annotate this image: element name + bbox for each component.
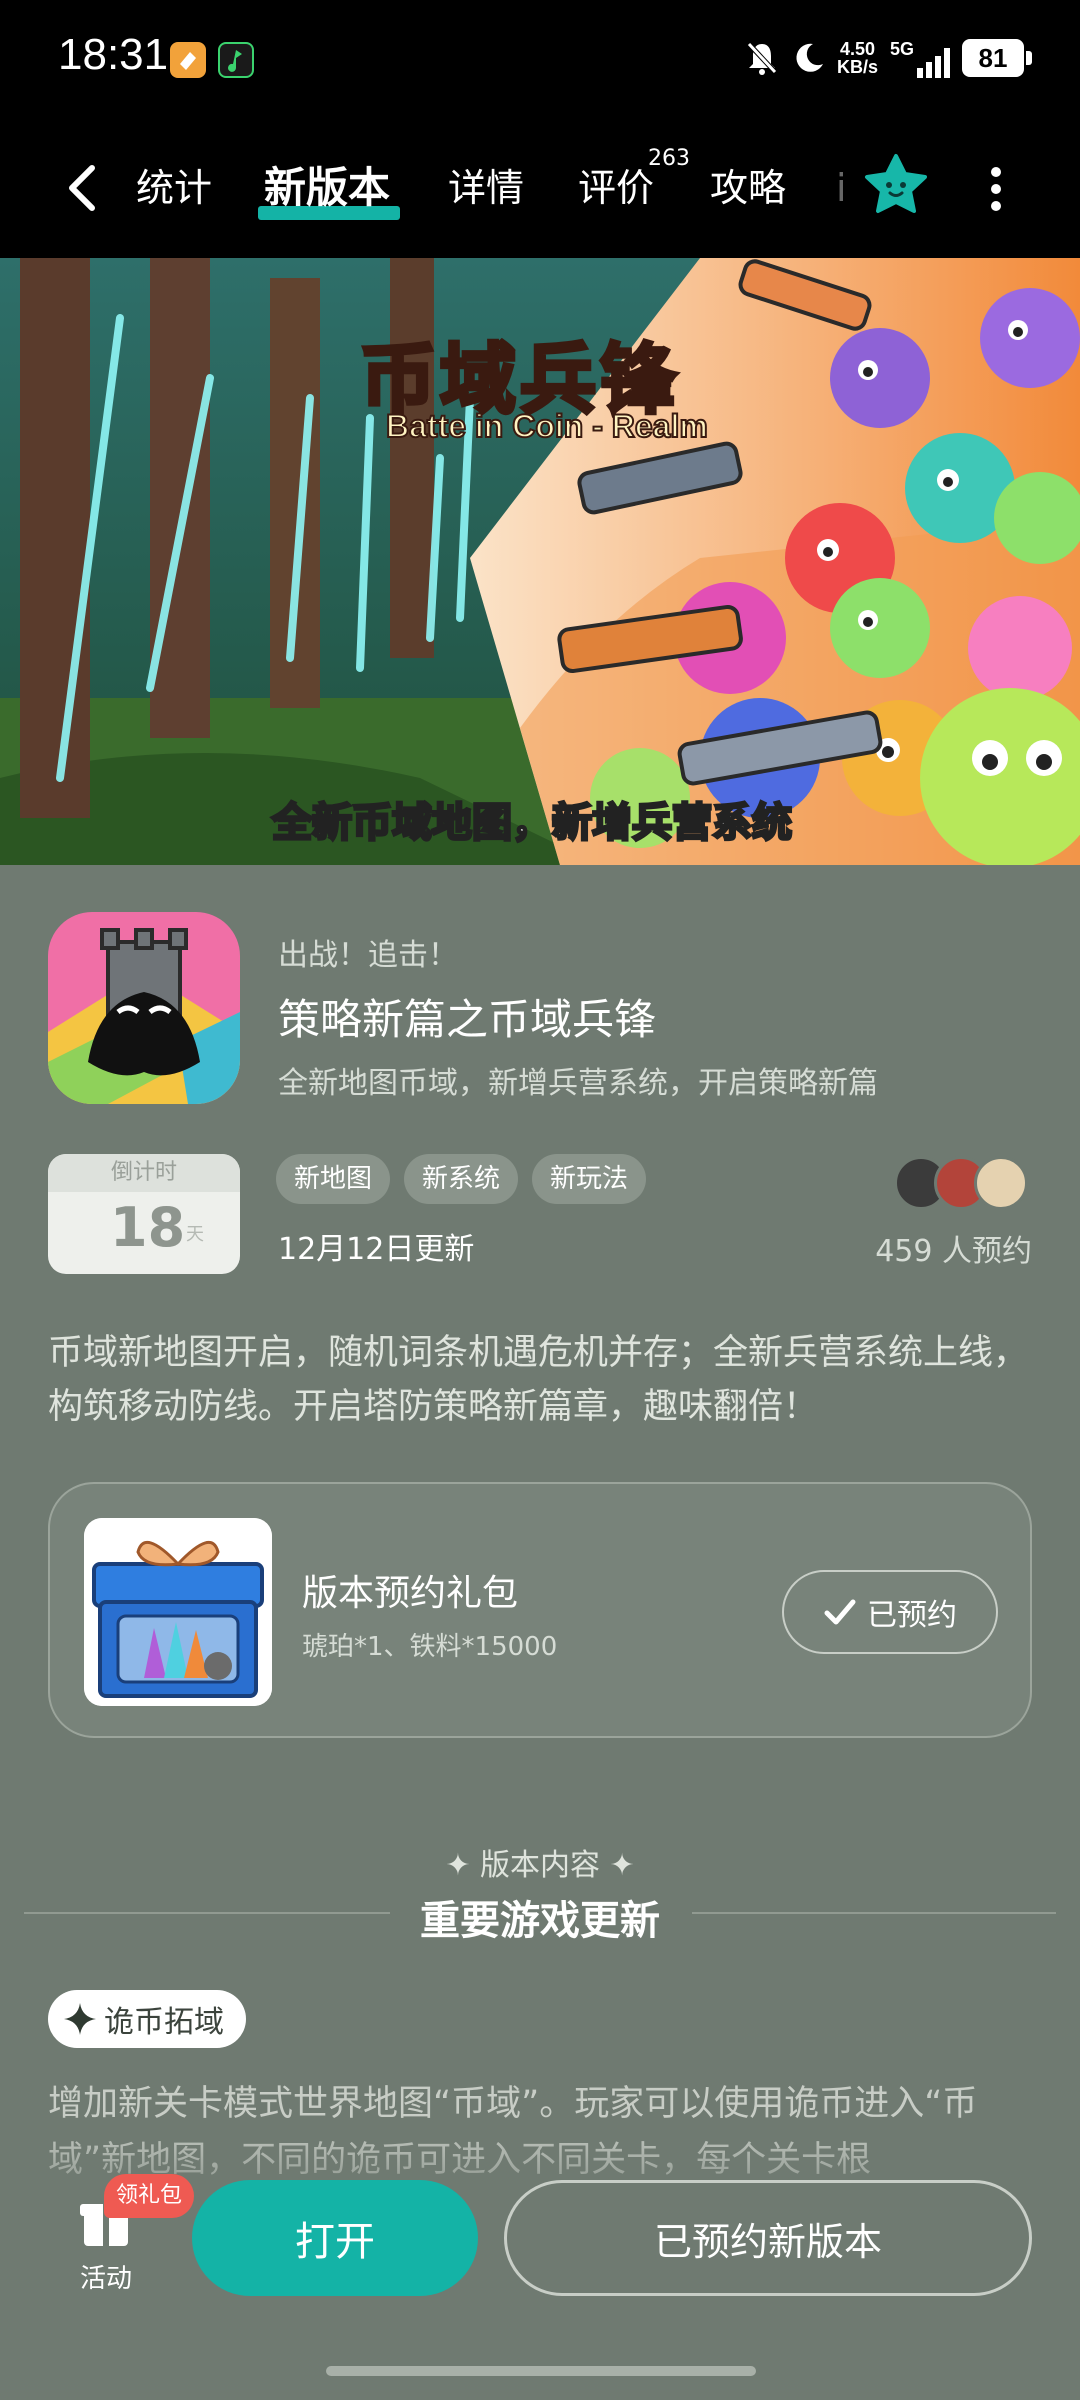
- more-options-icon[interactable]: [984, 162, 1008, 216]
- update-date: 12月12日更新: [278, 1232, 475, 1267]
- avatar: [974, 1156, 1028, 1210]
- status-icons: 4.50 KB/s 5G 81: [745, 30, 1032, 86]
- sparkle-icon: ✦: [445, 1848, 480, 1883]
- hero-banner[interactable]: 币域兵锋 Batte in Coin - Realm 全新币域地图，新增兵营系统: [0, 258, 1080, 865]
- update-kicker: 出战！追击！: [278, 938, 458, 973]
- game-icon: [48, 912, 240, 1104]
- open-game-button[interactable]: 打开: [192, 2180, 478, 2296]
- feature-chip: 诡币拓域: [48, 1990, 246, 2048]
- gift-title: 版本预约礼包: [302, 1573, 519, 1614]
- app-notification-icon-orange: [170, 42, 206, 78]
- top-nav: 统计 新版本 详情 评价 263 攻略 i: [0, 118, 1080, 258]
- banner-caption: 全新币域地图，新增兵营系统: [271, 799, 794, 848]
- tag-new-system: 新系统: [404, 1154, 519, 1204]
- countdown-card: 倒计时 18 天: [48, 1154, 240, 1274]
- reserved-new-version-button[interactable]: 已预约新版本: [504, 2180, 1032, 2296]
- tag-new-gameplay: 新玩法: [532, 1154, 647, 1204]
- tab-overflow-fade: i: [836, 166, 847, 210]
- sparkle-icon: [64, 2003, 96, 2035]
- gift-contents: 琥珀*1、铁料*15000: [302, 1632, 558, 1662]
- reviews-count-badge: 263: [648, 146, 690, 171]
- tab-stats[interactable]: 统计: [136, 158, 212, 218]
- feature-chip-label: 诡币拓域: [104, 2005, 224, 2040]
- update-headline: 策略新篇之币域兵锋: [278, 995, 657, 1044]
- moon-icon: [796, 43, 823, 72]
- home-indicator[interactable]: [326, 2366, 756, 2376]
- countdown-days: 18: [110, 1196, 186, 1259]
- status-bar: 18:31 4.50 KB/s 5G 81: [0, 0, 1080, 118]
- back-arrow-icon[interactable]: [60, 158, 104, 218]
- sparkle-icon: ✦: [600, 1848, 635, 1883]
- signal-icon: 5G: [890, 39, 950, 78]
- reservation-gift-card: 版本预约礼包 琥珀*1、铁料*15000 已预约: [48, 1482, 1032, 1738]
- status-time: 18:31: [58, 30, 169, 79]
- section-title: 重要游戏更新: [420, 1898, 660, 1944]
- activity-label: 活动: [80, 2264, 133, 2294]
- countdown-label: 倒计时: [48, 1154, 240, 1192]
- tab-guides[interactable]: 攻略: [710, 158, 786, 218]
- reserve-count: 459 人预约: [875, 1234, 1032, 1269]
- countdown-unit: 天: [186, 1224, 204, 1245]
- gift-badge[interactable]: 领礼包: [104, 2174, 195, 2218]
- gift-reserved-label: 已预约: [867, 1598, 957, 1633]
- net-speed: 4.50 KB/s: [836, 39, 878, 77]
- favorite-star-icon[interactable]: [862, 152, 930, 220]
- app-notification-icon-green: [218, 42, 254, 78]
- tab-reviews[interactable]: 评价: [578, 158, 654, 218]
- update-summary: 全新地图币域，新增兵营系统，开启策略新篇: [278, 1066, 878, 1101]
- tab-details[interactable]: 详情: [448, 158, 524, 218]
- tab-new-version[interactable]: 新版本: [264, 158, 390, 218]
- gift-box-image: [84, 1518, 272, 1706]
- gift-reserved-button[interactable]: 已预约: [782, 1570, 998, 1654]
- section-kicker: ✦ 版本内容 ✦: [445, 1848, 635, 1883]
- update-description: 币域新地图开启，随机词条机遇危机并存；全新兵营系统上线，构筑移动防线。开启塔防策…: [48, 1333, 1029, 1427]
- reserver-avatars: [894, 1156, 1034, 1212]
- battery-indicator: 81: [962, 39, 1032, 77]
- update-tags: 新地图 新系统 新玩法: [276, 1154, 647, 1204]
- checkmark-icon: [824, 1599, 856, 1625]
- tag-new-map: 新地图: [276, 1154, 391, 1204]
- banner-subtitle: Batte in Coin - Realm: [385, 407, 709, 445]
- mute-bell-icon: [747, 42, 777, 75]
